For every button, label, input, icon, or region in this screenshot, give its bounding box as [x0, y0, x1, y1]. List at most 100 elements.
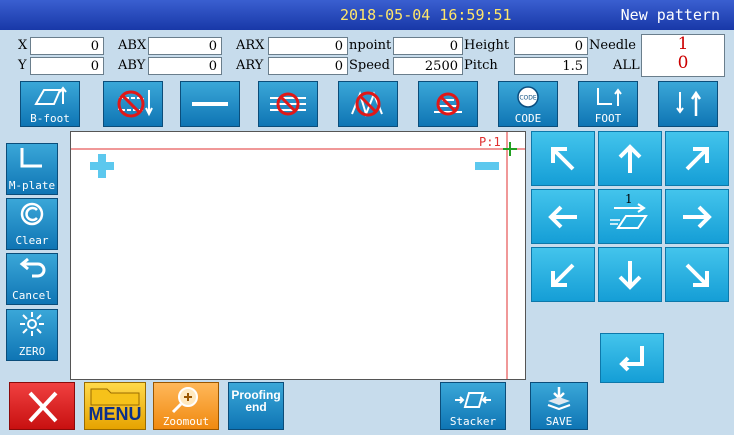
label-all: ALL [613, 58, 640, 73]
field-npoint: 0 [393, 37, 463, 55]
no-stitch-point-button[interactable] [103, 81, 163, 127]
code-button[interactable]: CODE CODE [498, 81, 558, 127]
arrow-up-right-icon [685, 147, 709, 171]
enter-return-icon [619, 346, 644, 372]
zoomout-button[interactable]: Zoomout [153, 382, 219, 430]
save-label: SAVE [545, 415, 573, 428]
field-ary: 0 [268, 57, 348, 75]
stacker-label: Stacker [449, 415, 497, 428]
stacker-button[interactable]: Stacker [440, 382, 506, 430]
zero-label: ZERO [18, 345, 46, 358]
field-x: 0 [30, 37, 104, 55]
label-pitch: Pitch [464, 58, 498, 73]
magnifier-icon [171, 387, 198, 414]
move-up-right-button[interactable] [665, 131, 729, 186]
label-arx: ARX [236, 38, 265, 53]
b-foot-button[interactable]: B-foot [20, 81, 80, 127]
zero-button[interactable]: ZERO [6, 309, 58, 361]
foot-lift-icon [597, 88, 622, 106]
needle-up-down-button[interactable] [658, 81, 718, 127]
needle-count-box: 1 0 [641, 34, 725, 77]
clear-button[interactable]: Clear [6, 198, 58, 250]
label-x: X [18, 38, 28, 53]
no-thread-button[interactable] [418, 81, 478, 127]
b-foot-label: B-foot [30, 112, 70, 125]
arrow-down-right-icon [685, 263, 709, 287]
code-label: CODE [514, 112, 542, 125]
stacker-icon [455, 392, 491, 408]
title-bar: 2018-05-04 16:59:51 New pattern [0, 0, 734, 30]
foot-button[interactable]: FOOT [578, 81, 638, 127]
move-down-right-button[interactable] [665, 247, 729, 302]
presser-foot-icon [34, 86, 67, 105]
prohibited-feed-icon [270, 92, 306, 116]
enter-button[interactable] [600, 333, 664, 383]
move-up-left-button[interactable] [531, 131, 595, 186]
m-plate-label: M-plate [8, 179, 56, 192]
arrow-up-left-icon [551, 147, 575, 171]
m-plate-icon [20, 148, 42, 168]
straight-line-icon [192, 102, 228, 106]
field-pitch: 1.5 [514, 57, 588, 75]
label-npoint: npoint [349, 38, 392, 53]
zoomout-label: Zoomout [162, 415, 210, 428]
label-y: Y [18, 58, 27, 73]
all-value: 0 [677, 53, 689, 73]
close-x-icon [28, 391, 58, 423]
step-feed-button[interactable]: 1 [598, 189, 662, 244]
move-down-button[interactable] [598, 247, 662, 302]
move-left-button[interactable] [531, 189, 595, 244]
prohibited-stitch-icon [117, 90, 153, 118]
field-speed: 2500 [393, 57, 463, 75]
arrow-left-icon [548, 205, 577, 229]
end-marker [475, 162, 499, 170]
canvas-drawing [71, 132, 525, 379]
undo-arrow-icon [19, 257, 46, 278]
arrow-up-icon [618, 144, 642, 173]
label-speed: Speed [349, 58, 390, 73]
cancel-button[interactable]: Cancel [6, 253, 58, 305]
menu-button[interactable]: MENU [84, 382, 146, 430]
label-height: Height [464, 38, 510, 53]
field-arx: 0 [268, 37, 348, 55]
move-right-button[interactable] [665, 189, 729, 244]
code-disc-text: CODE [519, 95, 537, 102]
label-needle: Needle [589, 38, 636, 53]
save-stack-icon [547, 387, 571, 411]
prohibited-thread-icon [434, 92, 462, 116]
no-zigzag-button[interactable] [338, 81, 398, 127]
label-abx: ABX [118, 38, 147, 53]
field-aby: 0 [148, 57, 222, 75]
close-button[interactable] [9, 382, 75, 430]
arrow-down-icon [618, 261, 642, 290]
save-button[interactable]: SAVE [530, 382, 588, 430]
line-button[interactable] [180, 81, 240, 127]
copyright-clear-icon [20, 202, 44, 226]
code-disc-icon: CODE [517, 86, 539, 108]
field-abx: 0 [148, 37, 222, 55]
origin-marker-h [90, 162, 114, 170]
arrow-right-icon [683, 205, 712, 229]
needle-up-down-icon [676, 90, 702, 116]
arrow-down-left-icon [551, 263, 575, 287]
pattern-name: New pattern [620, 6, 720, 24]
point-label: P:1 [479, 135, 501, 149]
menu-label: MENU [88, 404, 142, 424]
step-value: 1 [625, 192, 633, 206]
move-up-button[interactable] [598, 131, 662, 186]
datetime: 2018-05-04 16:59:51 [340, 6, 512, 24]
m-plate-button[interactable]: M-plate [6, 143, 58, 195]
no-feed-button[interactable] [258, 81, 318, 127]
foot-label: FOOT [594, 112, 622, 125]
label-aby: ABY [118, 58, 146, 73]
cancel-label: Cancel [12, 289, 52, 302]
needle-value: 1 [677, 34, 689, 54]
move-down-left-button[interactable] [531, 247, 595, 302]
proofing-end-label: Proofing end [231, 388, 281, 414]
label-ary: ARY [236, 58, 264, 73]
clear-label: Clear [15, 234, 49, 247]
proofing-end-button[interactable]: Proofing end [228, 382, 284, 430]
zero-origin-icon [20, 312, 44, 336]
pattern-canvas[interactable]: P:1 [70, 131, 526, 380]
field-height: 0 [514, 37, 588, 55]
